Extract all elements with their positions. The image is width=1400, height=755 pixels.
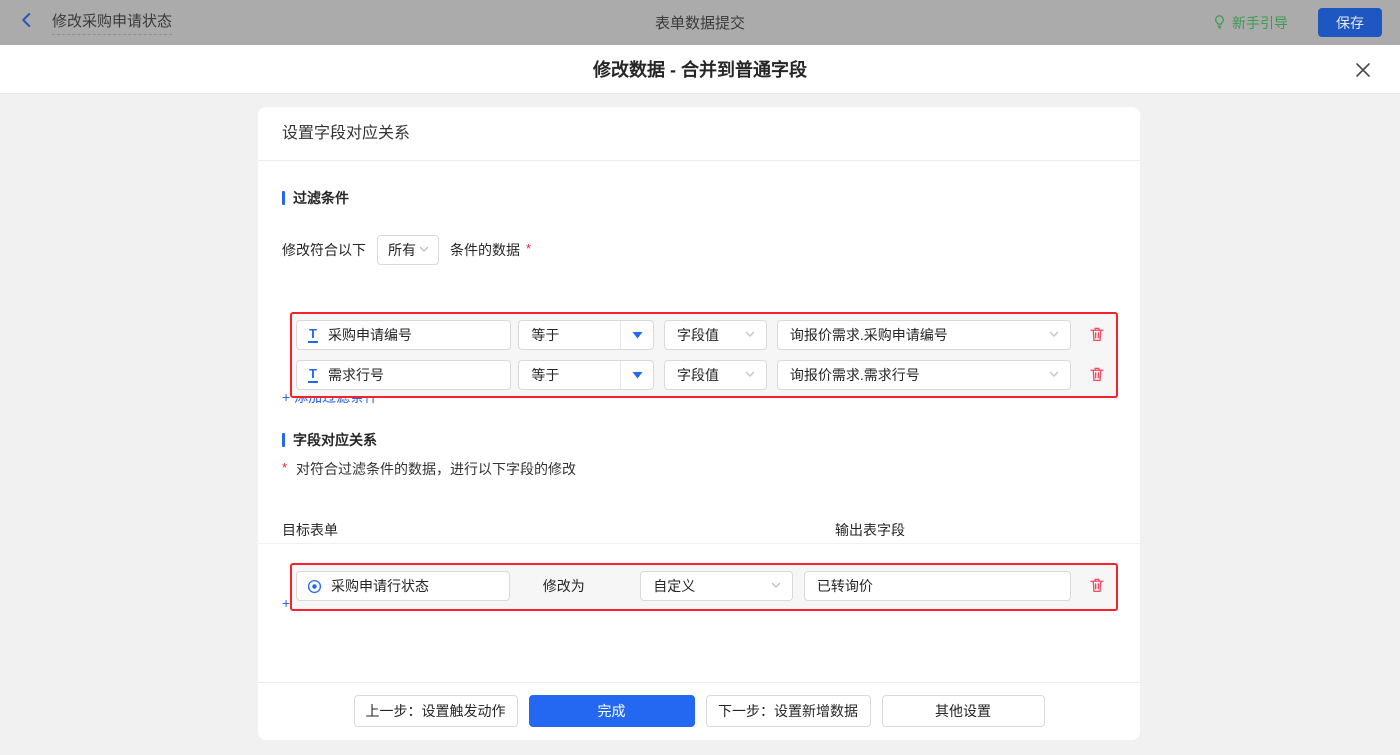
mapping-section-title: 字段对应关系 [282,430,377,450]
modify-to-label: 修改为 [542,578,585,594]
triangle-down-icon [620,321,653,349]
prev-step-button[interactable]: 上一步：设置触发动作 [353,695,518,727]
field-mapping-box: 采购申请行状态 修改为 自定义 已转询价 [290,563,1118,611]
trash-icon [1088,325,1106,346]
back-button[interactable] [18,11,36,34]
workflow-name[interactable]: 修改采购申请状态 [52,10,173,35]
newbie-guide-link[interactable]: 新手引导 [1212,13,1288,33]
filter-row: T 采购申请编号 等于 字段值 询报价需求.采购申请编号 [296,320,1108,350]
filter-field-input[interactable]: T 需求行号 [296,360,512,390]
triangle-down-icon [620,361,653,389]
value-type-select[interactable]: 字段值 [664,320,767,350]
panel-header: 设置字段对应关系 [282,125,411,142]
done-button[interactable]: 完成 [528,695,695,727]
value-source-select[interactable]: 自定义 [640,571,793,601]
required-asterisk: * [526,240,532,256]
modal-title: 修改数据 - 合并到普通字段 [593,60,807,80]
section-marker [282,191,285,205]
other-settings-button[interactable]: 其他设置 [881,695,1045,727]
delete-row-button[interactable] [1086,364,1108,386]
top-bar: 修改采购申请状态 表单数据提交 新手引导 保存 [0,0,1400,45]
mapping-description: * 对符合过滤条件的数据，进行以下字段的修改 [282,460,576,477]
screen: 修改采购申请状态 表单数据提交 新手引导 保存 修改数据 - 合并到普通字段 设… [0,0,1400,755]
trash-icon [1088,365,1106,386]
filter-conditions-box: T 采购申请编号 等于 字段值 询报价需求.采购申请编号 T 需求行号 等于 字… [290,312,1118,398]
radio-icon [307,579,322,594]
lightbulb-icon [1212,14,1227,32]
match-prefix: 修改符合以下 [282,242,366,258]
back-arrow-icon [18,11,36,34]
next-step-button[interactable]: 下一步：设置新增数据 [705,695,871,727]
target-field-input[interactable]: 采购申请行状态 [296,571,510,601]
divider [258,543,1140,544]
filter-section-title: 过滤条件 [282,188,349,208]
text-field-icon: T [308,366,318,383]
filter-row: T 需求行号 等于 字段值 询报价需求.需求行号 [296,360,1108,390]
trash-icon [1088,576,1106,597]
chevron-down-icon [744,367,756,383]
custom-value-input[interactable]: 已转询价 [803,571,1072,601]
match-suffix: 条件的数据 [450,242,520,258]
section-marker [282,433,285,447]
text-field-icon: T [308,326,318,343]
operator-select[interactable]: 等于 [518,320,655,350]
match-mode-select[interactable]: 所有 [377,235,439,265]
divider [258,160,1140,161]
chevron-down-icon [1048,327,1060,343]
target-form-header: 目标表单 [282,522,338,538]
page-title: 表单数据提交 [654,15,745,32]
value-type-select[interactable]: 字段值 [664,360,767,390]
chevron-down-icon [1048,367,1060,383]
compare-field-select[interactable]: 询报价需求.需求行号 [776,360,1072,390]
match-condition-row: 修改符合以下 所有 条件的数据 * [282,233,531,267]
output-field-header: 输出表字段 [835,522,905,538]
config-panel: 设置字段对应关系 过滤条件 修改符合以下 所有 条件的数据 * + 添加过滤条件… [258,107,1140,740]
delete-row-button[interactable] [1086,324,1108,346]
required-asterisk: * [282,460,288,475]
modal-header: 修改数据 - 合并到普通字段 [0,45,1400,94]
newbie-guide-label: 新手引导 [1232,14,1288,31]
mapping-row: 采购申请行状态 修改为 自定义 已转询价 [296,571,1108,601]
footer-actions: 上一步：设置触发动作 完成 下一步：设置新增数据 其他设置 [258,682,1140,740]
chevron-down-icon [744,327,756,343]
close-icon[interactable] [1352,59,1374,81]
filter-field-input[interactable]: T 采购申请编号 [296,320,512,350]
chevron-down-icon [418,242,430,258]
save-button[interactable]: 保存 [1318,8,1382,37]
chevron-down-icon [770,578,782,594]
delete-row-button[interactable] [1086,575,1108,597]
operator-select[interactable]: 等于 [518,360,655,390]
compare-field-select[interactable]: 询报价需求.采购申请编号 [776,320,1072,350]
